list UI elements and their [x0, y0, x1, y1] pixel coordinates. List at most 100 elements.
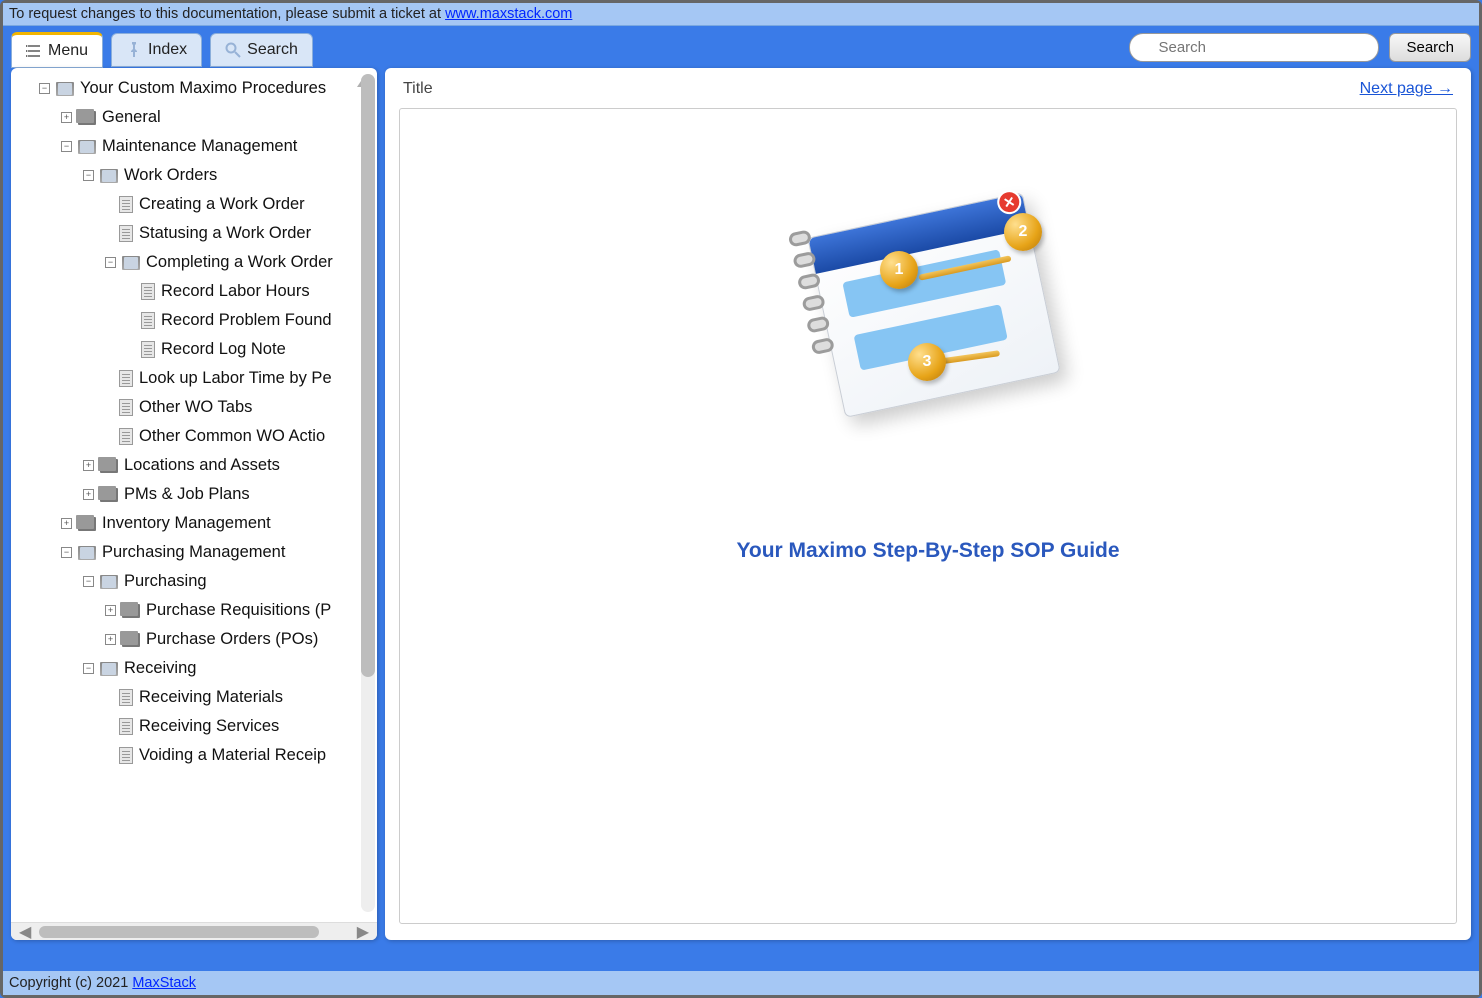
nav-tree: − Your Custom Maximo Procedures + Genera… [11, 74, 377, 770]
page-icon [119, 718, 133, 735]
closed-book-icon [100, 488, 118, 502]
tree-pm[interactable]: + PMs & Job Plans [11, 480, 377, 509]
footer: Copyright (c) 2021 MaxStack [3, 971, 1479, 995]
search-area: Search [1129, 33, 1471, 68]
closed-book-icon [78, 517, 96, 531]
closed-book-icon [122, 604, 140, 618]
collapse-icon[interactable]: − [61, 547, 72, 558]
tree-label: Other Common WO Actio [139, 427, 325, 446]
tree-label: Receiving [124, 659, 196, 678]
tree-recv-svc[interactable]: Receiving Services [11, 712, 377, 741]
search-input[interactable] [1129, 33, 1379, 62]
book-open-icon [100, 169, 118, 183]
search-icon [225, 42, 241, 58]
tree-label: Look up Labor Time by Pe [139, 369, 332, 388]
tree-scroll: − Your Custom Maximo Procedures + Genera… [11, 68, 377, 922]
collapse-icon[interactable]: − [83, 663, 94, 674]
notice-link[interactable]: www.maxstack.com [445, 6, 572, 22]
page-icon [119, 399, 133, 416]
page-icon [119, 370, 133, 387]
tree-wo-complete[interactable]: − Completing a Work Order [11, 248, 377, 277]
tree-label: Record Problem Found [161, 311, 332, 330]
expand-icon[interactable]: + [105, 605, 116, 616]
tab-index[interactable]: Index [111, 33, 202, 67]
tab-search-label: Search [247, 41, 298, 59]
tree-label: Your Custom Maximo Procedures [80, 79, 326, 98]
notice-bar: To request changes to this documentation… [3, 3, 1479, 26]
tree-label: PMs & Job Plans [124, 485, 250, 504]
tree-wo-c-log[interactable]: Record Log Note [11, 335, 377, 364]
content-panel: Title Next page → ✕ 1 2 3 [385, 68, 1471, 940]
tree-mm[interactable]: − Maintenance Management [11, 132, 377, 161]
tab-menu[interactable]: Menu [11, 32, 103, 68]
collapse-icon[interactable]: − [61, 141, 72, 152]
list-icon [26, 43, 42, 59]
tree-recv[interactable]: − Receiving [11, 654, 377, 683]
tree-inv[interactable]: + Inventory Management [11, 509, 377, 538]
tree-label: Work Orders [124, 166, 217, 185]
tree-purmgmt[interactable]: − Purchasing Management [11, 538, 377, 567]
tree-label: Record Labor Hours [161, 282, 310, 301]
tree-pr[interactable]: + Purchase Requisitions (P [11, 596, 377, 625]
tree-wo-labortime[interactable]: Look up Labor Time by Pe [11, 364, 377, 393]
footer-link[interactable]: MaxStack [132, 975, 196, 991]
step-3-badge: 3 [908, 343, 946, 381]
collapse-icon[interactable]: − [83, 576, 94, 587]
page-icon [141, 341, 155, 358]
tree-label: Completing a Work Order [146, 253, 333, 272]
collapse-icon[interactable]: − [105, 257, 116, 268]
tree-label: Record Log Note [161, 340, 286, 359]
tree-label: Maintenance Management [102, 137, 297, 156]
tree-wo-c-labor[interactable]: Record Labor Hours [11, 277, 377, 306]
tree-wo-tabs[interactable]: Other WO Tabs [11, 393, 377, 422]
scroll-left-icon[interactable]: ◀ [15, 922, 35, 942]
tree-label: Purchase Requisitions (P [146, 601, 331, 620]
main-area: − Your Custom Maximo Procedures + Genera… [3, 68, 1479, 948]
book-open-icon [100, 662, 118, 676]
horizontal-scrollbar[interactable]: ◀ ▶ [11, 922, 377, 940]
tree-label: Locations and Assets [124, 456, 280, 475]
expand-icon[interactable]: + [83, 460, 94, 471]
tree-pur[interactable]: − Purchasing [11, 567, 377, 596]
page-icon [141, 283, 155, 300]
book-open-icon [78, 546, 96, 560]
next-page-link[interactable]: Next page → [1360, 80, 1453, 98]
expand-icon[interactable]: + [61, 518, 72, 529]
tree-label: Purchasing [124, 572, 207, 591]
tree-label: Receiving Services [139, 717, 279, 736]
tree-la[interactable]: + Locations and Assets [11, 451, 377, 480]
tree-recv-voidmat[interactable]: Voiding a Material Receip [11, 741, 377, 770]
expand-icon[interactable]: + [61, 112, 72, 123]
step-2-badge: 2 [1004, 213, 1042, 251]
pin-icon [126, 42, 142, 58]
tab-row: Menu Index Search Search [3, 26, 1479, 68]
tree-recv-mat[interactable]: Receiving Materials [11, 683, 377, 712]
page-icon [141, 312, 155, 329]
tree-root[interactable]: − Your Custom Maximo Procedures [11, 74, 377, 103]
tree-label: Receiving Materials [139, 688, 283, 707]
tab-index-label: Index [148, 41, 187, 59]
page-icon [119, 196, 133, 213]
tree-wo[interactable]: − Work Orders [11, 161, 377, 190]
collapse-icon[interactable]: − [83, 170, 94, 181]
tree-label: General [102, 108, 161, 127]
tab-search[interactable]: Search [210, 33, 313, 67]
expand-icon[interactable]: + [83, 489, 94, 500]
collapse-icon[interactable]: − [39, 83, 50, 94]
tree-general[interactable]: + General [11, 103, 377, 132]
sidebar: − Your Custom Maximo Procedures + Genera… [11, 68, 377, 940]
tree-wo-c-problem[interactable]: Record Problem Found [11, 306, 377, 335]
book-open-icon [122, 256, 140, 270]
expand-icon[interactable]: + [105, 634, 116, 645]
copyright-text: Copyright (c) 2021 [9, 975, 132, 991]
tree-po[interactable]: + Purchase Orders (POs) [11, 625, 377, 654]
search-button[interactable]: Search [1389, 33, 1471, 62]
page-icon [119, 428, 133, 445]
tree-wo-actions[interactable]: Other Common WO Actio [11, 422, 377, 451]
page-title-label: Title [403, 80, 433, 98]
tree-wo-create[interactable]: Creating a Work Order [11, 190, 377, 219]
page-icon [119, 225, 133, 242]
scroll-right-icon[interactable]: ▶ [353, 922, 373, 942]
closed-book-icon [78, 111, 96, 125]
tree-wo-status[interactable]: Statusing a Work Order [11, 219, 377, 248]
